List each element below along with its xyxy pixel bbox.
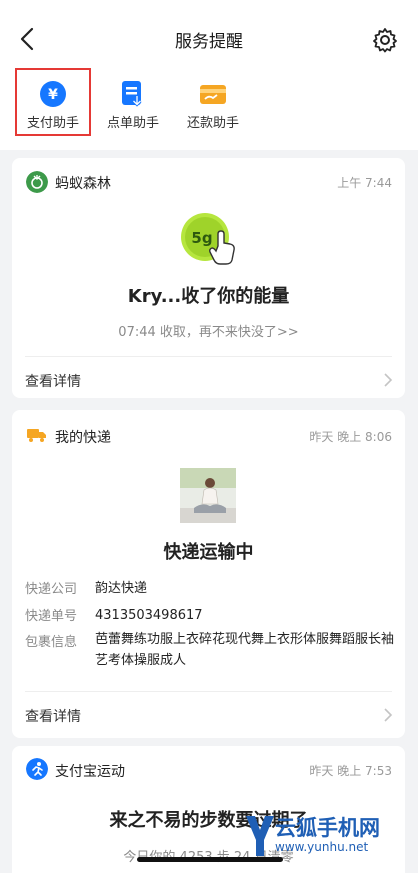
- tab-label: 点单助手: [106, 116, 159, 131]
- yuan-coin-icon: ¥: [40, 81, 66, 107]
- chevron-right-icon[interactable]: [383, 372, 393, 388]
- tab-payment-assistant[interactable]: ¥ 支付助手: [15, 68, 91, 136]
- svg-text:5g: 5g: [191, 229, 212, 247]
- label-package-info: 包裹信息: [25, 635, 78, 650]
- tab-repayment-assistant[interactable]: 还款助手: [177, 70, 249, 134]
- divider: [25, 691, 392, 692]
- svg-text:¥: ¥: [48, 87, 58, 103]
- header: 服务提醒 ¥ 支付助手 点单助手 还款助手: [0, 0, 418, 150]
- card-title: 我的快递: [55, 430, 111, 446]
- divider: [25, 356, 392, 357]
- tab-order-assistant[interactable]: 点单助手: [97, 70, 169, 134]
- product-thumbnail: [180, 468, 236, 523]
- card-time: 昨天 晚上 7:53: [309, 764, 392, 778]
- watermark-url: www.yunhu.net: [275, 840, 369, 854]
- order-doc-icon: [122, 81, 142, 107]
- card-time: 昨天 晚上 8:06: [309, 430, 392, 444]
- tab-label: 支付助手: [26, 116, 79, 131]
- tab-label: 还款助手: [186, 116, 239, 131]
- view-details-link[interactable]: 查看详情: [25, 706, 81, 726]
- card-time: 上午 7:44: [337, 176, 392, 190]
- value-tracking-number: 4313503498617: [95, 608, 203, 623]
- gear-icon[interactable]: [372, 27, 398, 53]
- running-person-icon: [26, 758, 48, 780]
- delivery-truck-icon: [27, 429, 46, 442]
- express-card[interactable]: 我的快递 昨天 晚上 8:06 快递运输中 快递公司 韵达快递 快递单号 431…: [12, 410, 405, 738]
- watermark-y-icon: [246, 816, 274, 856]
- forest-card[interactable]: 蚂蚁森林 上午 7:44 5g Kry...收了你的能量 07:44 收取，再不…: [12, 158, 405, 398]
- label-courier: 快递公司: [25, 582, 78, 597]
- card-title: 支付宝运动: [55, 764, 125, 780]
- card-title: 蚂蚁森林: [55, 176, 111, 192]
- watermark-text: 云狐手机网: [275, 816, 380, 840]
- page-title: 服务提醒: [175, 32, 243, 52]
- energy-ball-icon: 5g: [181, 213, 235, 265]
- watermark-logo: 云狐手机网 www.yunhu.net: [245, 810, 413, 860]
- chevron-right-icon[interactable]: [383, 707, 393, 723]
- card-subtext-link[interactable]: 07:44 收取，再不来快没了>>: [12, 321, 405, 340]
- view-details-link[interactable]: 查看详情: [25, 371, 81, 391]
- value-package-info: 芭蕾舞练功服上衣碎花现代舞上衣形体服舞蹈服长袖艺考体操服成人: [95, 632, 395, 668]
- ant-forest-icon: [26, 171, 48, 193]
- shipping-status: 快递运输中: [163, 542, 254, 563]
- label-tracking-number: 快递单号: [25, 609, 78, 624]
- credit-card-icon: [200, 85, 226, 104]
- value-courier: 韵达快递: [95, 581, 148, 596]
- home-indicator: [137, 857, 283, 862]
- card-headline: Kry...收了你的能量: [127, 286, 290, 307]
